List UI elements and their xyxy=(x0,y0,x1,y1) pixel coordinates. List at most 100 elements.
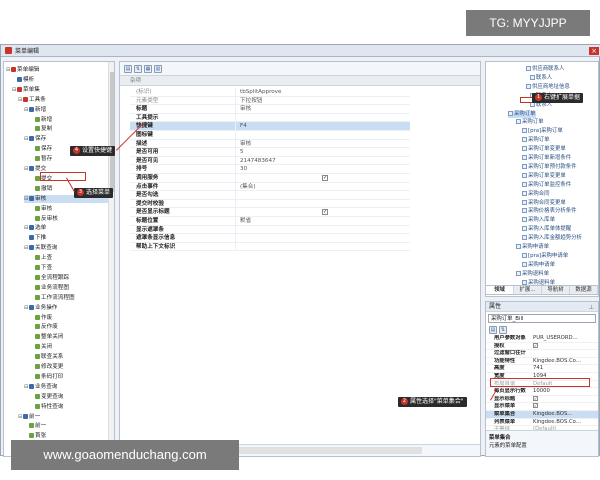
tree-item[interactable]: ⊟ 关联查询 xyxy=(24,244,108,252)
property-value[interactable] xyxy=(236,131,410,139)
tree-item[interactable]: 暂存 xyxy=(30,155,108,163)
tree-item[interactable]: ⊟ 业务操作 xyxy=(24,304,108,312)
alphabetical-icon[interactable]: ⇅ xyxy=(499,326,507,334)
property-row[interactable]: 授权 ✓ xyxy=(486,342,598,351)
tree-item[interactable]: ⊟ 新增 xyxy=(24,106,108,114)
property-value[interactable] xyxy=(236,243,410,251)
tree-item[interactable]: 业务流程图 xyxy=(30,284,108,292)
property-value[interactable]: PUR_USERORD... xyxy=(531,335,598,342)
object-tree-item[interactable]: [pra]采购订单 xyxy=(522,128,563,135)
property-row[interactable]: 用户参数对象 PUR_USERORD... xyxy=(486,335,598,343)
property-value[interactable] xyxy=(531,350,598,357)
property-row[interactable]: 遮罩条显示信息 xyxy=(130,234,410,243)
tree-item[interactable]: 整单关闭 xyxy=(30,333,108,341)
object-tree-item[interactable]: 采购价格表分析条件 xyxy=(522,208,577,215)
events-icon[interactable]: ▥ xyxy=(154,64,162,73)
categorized-icon[interactable]: ▤ xyxy=(124,64,132,73)
tree-item[interactable]: ⊟ 工具条 xyxy=(18,96,108,104)
property-value[interactable]: 5 xyxy=(236,148,410,156)
property-row[interactable]: 显示菜单 ✓ xyxy=(486,403,598,411)
property-row[interactable]: 帮助上下文标识 xyxy=(130,242,410,252)
property-value[interactable]: ✓ xyxy=(236,174,410,182)
alphabetical-icon[interactable]: ⇅ xyxy=(134,64,142,73)
object-tree-item[interactable]: 采购订单新增条件 xyxy=(522,155,571,162)
tree-item[interactable]: 上查 xyxy=(30,254,108,262)
object-tree-item[interactable]: 采购合同 xyxy=(522,190,550,198)
property-value[interactable]: tbSplitApprove xyxy=(236,88,410,96)
object-tree-item[interactable]: 采购订单 xyxy=(508,110,536,118)
property-row[interactable]: 提交时校验 xyxy=(130,199,410,209)
property-value[interactable]: ✓ xyxy=(236,208,410,216)
property-row[interactable]: 每页显示行数 10000 xyxy=(486,388,598,396)
property-value[interactable]: 审核 xyxy=(236,105,410,113)
property-value[interactable]: Kingdee.BOS... xyxy=(531,411,598,418)
property-value[interactable] xyxy=(236,200,410,208)
object-tree-item[interactable]: 采购申请单 xyxy=(516,244,549,251)
property-row[interactable]: 元素类型 下拉按钮 xyxy=(130,96,410,106)
tree-item[interactable]: ⊟ 选单 xyxy=(24,224,108,232)
property-value[interactable] xyxy=(236,114,410,122)
tree-item[interactable]: 全流程跟踪 xyxy=(30,274,108,282)
property-row[interactable]: 排号 30 xyxy=(130,165,410,174)
property-value[interactable]: 10000 xyxy=(531,388,598,395)
object-tree-item[interactable]: [pra]采购申请单 xyxy=(522,252,568,260)
tree-item[interactable]: 工作流流程图 xyxy=(30,294,108,302)
object-tree-item[interactable]: 采购订单变更单 xyxy=(522,172,566,180)
property-row[interactable]: 工具提示 xyxy=(130,113,410,123)
property-row[interactable]: 高度 741 xyxy=(486,365,598,373)
object-tree-item[interactable]: 采购订单变更单 xyxy=(522,146,566,153)
object-tree-item[interactable]: 供应商地址信息 xyxy=(526,83,570,91)
object-tree-item[interactable]: 采购入库金额趋势分析 xyxy=(522,235,582,242)
object-tree-item[interactable]: 采购订单预付款条件 xyxy=(522,163,577,171)
right-tab[interactable]: 导航树 xyxy=(542,286,570,294)
object-tree-item[interactable]: 采购入库单 xyxy=(522,217,555,224)
tree-item[interactable]: 下查 xyxy=(30,264,108,272)
property-row[interactable]: 是否可用 5 xyxy=(130,148,410,157)
property-row[interactable]: 菜单集合 Kingdee.BOS... xyxy=(486,410,598,419)
property-row[interactable]: (标识) tbSplitApprove xyxy=(130,88,410,97)
tree-item[interactable]: 下推 xyxy=(24,234,108,242)
property-value[interactable]: Kingdee.BOS.Co... xyxy=(531,358,598,365)
tree-item[interactable]: 审核 xyxy=(30,205,108,213)
tree-item[interactable]: 模析 xyxy=(12,76,108,84)
property-row[interactable]: 标题位置 默省 xyxy=(130,216,410,226)
tree-item[interactable]: ⊟ 业务查询 xyxy=(24,383,108,391)
property-value[interactable]: Kingdee.BOS.Co... xyxy=(531,419,598,426)
object-tree-item[interactable]: 供应商联系人 xyxy=(526,66,564,73)
tree-item[interactable]: ⊟ 菜单集 xyxy=(12,86,108,94)
right-tab[interactable]: 领域 xyxy=(486,286,514,294)
tree-item[interactable]: ⊟ 菜单编辑 xyxy=(6,66,108,74)
property-value[interactable]: 下拉按钮 xyxy=(236,97,410,105)
property-value[interactable]: F4 xyxy=(236,122,410,130)
tree-item[interactable]: 修改变更 xyxy=(30,363,108,371)
tree-item[interactable]: 条码打印 xyxy=(30,373,108,381)
tree-item[interactable]: 复制 xyxy=(30,125,108,133)
property-row[interactable]: 是否可见 2147483647 xyxy=(130,156,410,166)
property-value[interactable]: ✓ xyxy=(531,395,598,403)
property-row[interactable]: 图标键 xyxy=(130,130,410,140)
tree-item[interactable]: 变更查询 xyxy=(30,393,108,401)
tree-item[interactable]: 前一 xyxy=(24,422,108,430)
property-value[interactable]: 2147483647 xyxy=(236,157,410,165)
right-tab[interactable]: 扩展... xyxy=(514,286,542,294)
property-row[interactable]: 是否显示标题 ✓ xyxy=(130,208,410,217)
property-value[interactable]: 741 xyxy=(531,365,598,372)
checkbox[interactable]: ✓ xyxy=(533,403,538,409)
property-row[interactable]: 调用服务 ✓ xyxy=(130,173,410,183)
properties-icon[interactable]: ▦ xyxy=(144,64,152,73)
tree-scroll-thumb[interactable] xyxy=(110,72,114,192)
pin-icon[interactable]: ⊥ xyxy=(589,303,594,313)
object-tree-item[interactable]: 采购订单监控条件 xyxy=(522,181,571,189)
tree-scrollbar[interactable] xyxy=(108,62,114,456)
tree-item[interactable]: ⊟ 前一 xyxy=(18,413,108,421)
checkbox[interactable]: ✓ xyxy=(533,395,538,401)
property-value[interactable] xyxy=(236,234,410,242)
property-value[interactable] xyxy=(236,226,410,234)
tree-item[interactable]: 关闭 xyxy=(30,343,108,351)
object-tree-item[interactable]: 联系人 xyxy=(530,74,552,82)
property-row[interactable]: 描述 审核 xyxy=(130,139,410,149)
object-tree-item[interactable]: 采购订单 xyxy=(522,137,550,144)
property-value[interactable]: ✓ xyxy=(531,403,598,410)
property-value[interactable]: 默省 xyxy=(236,217,410,225)
categorized-icon[interactable]: ▤ xyxy=(489,326,497,334)
